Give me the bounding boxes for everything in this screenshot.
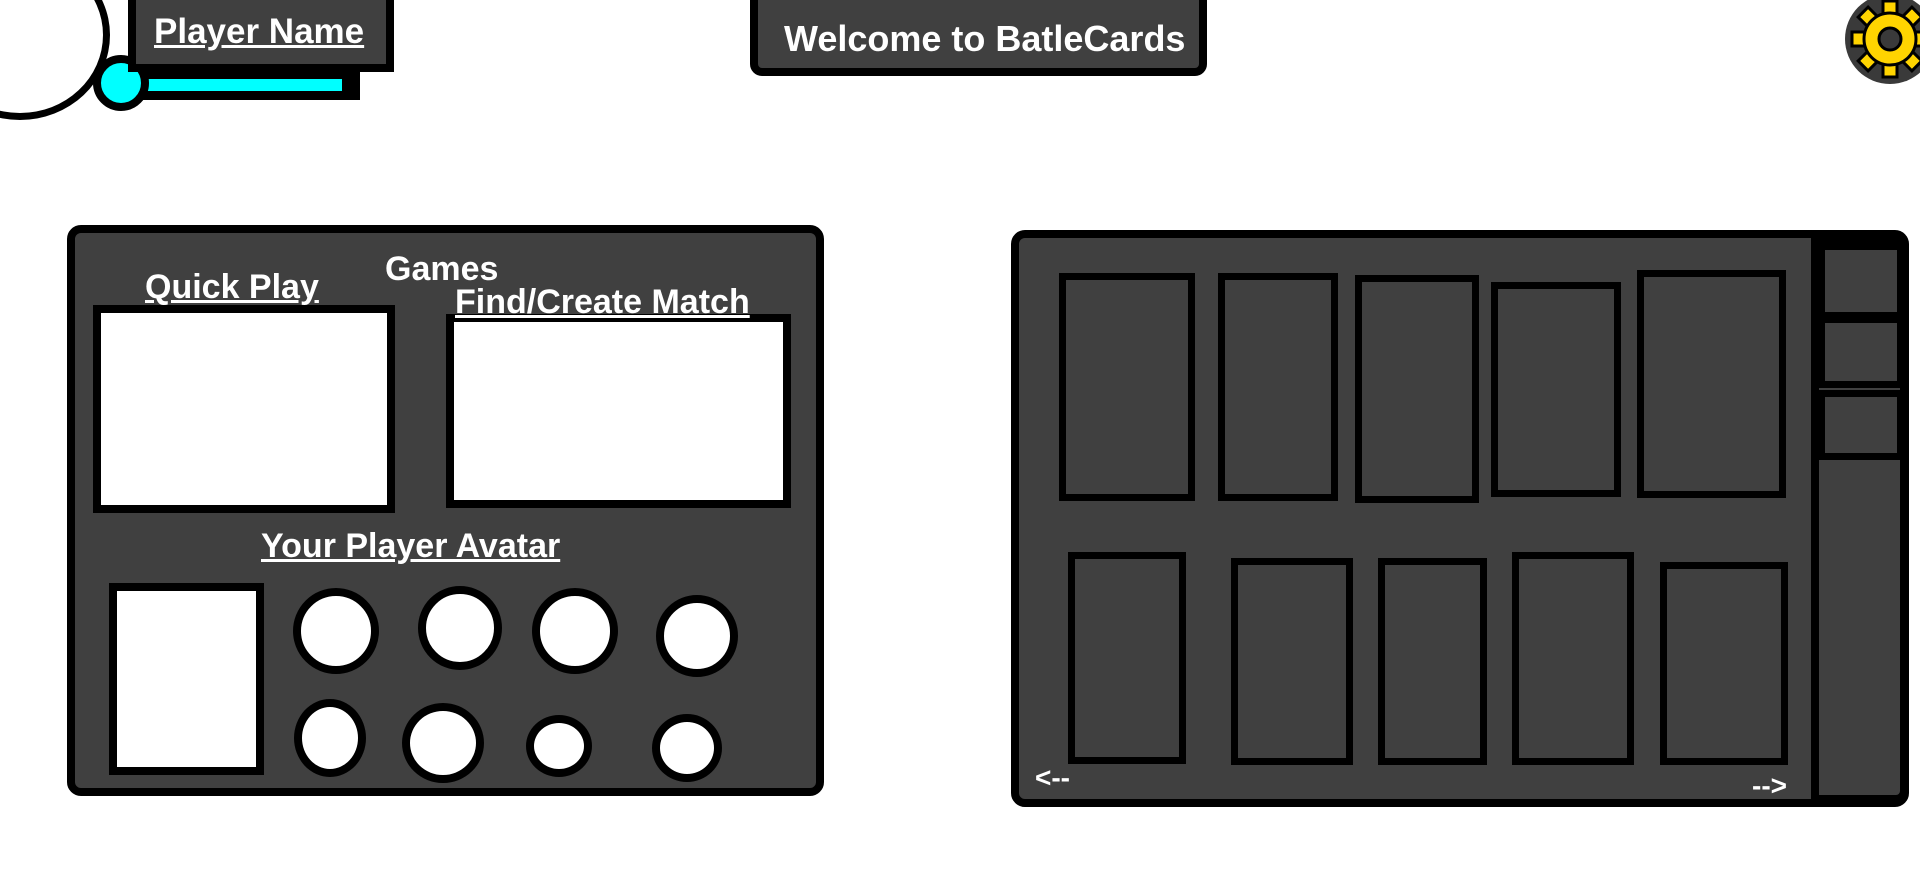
card-slot[interactable] bbox=[1059, 273, 1195, 501]
avatar-option[interactable] bbox=[402, 703, 484, 783]
settings-button[interactable] bbox=[1845, 0, 1920, 84]
avatar-option[interactable] bbox=[418, 586, 502, 670]
welcome-text: Welcome to BatleCards bbox=[784, 18, 1186, 59]
avatar-option[interactable] bbox=[526, 715, 592, 777]
card-slot[interactable] bbox=[1355, 275, 1479, 503]
card-slot[interactable] bbox=[1231, 558, 1353, 765]
card-slot[interactable] bbox=[1660, 562, 1788, 765]
avatar-option[interactable] bbox=[293, 588, 379, 674]
card-slot[interactable] bbox=[1068, 552, 1186, 764]
avatar-option[interactable] bbox=[532, 588, 618, 674]
player-name: Player Name bbox=[154, 12, 365, 51]
find-create-match-button[interactable] bbox=[446, 314, 791, 508]
player-name-plate[interactable]: Player Name bbox=[128, 0, 394, 72]
quick-play-label: Quick Play bbox=[145, 268, 319, 306]
avatar-preview bbox=[109, 583, 264, 775]
card-slot[interactable] bbox=[1218, 273, 1338, 501]
xp-progress-bar bbox=[135, 70, 360, 100]
card-slot[interactable] bbox=[1512, 552, 1634, 765]
avatar-section-label: Your Player Avatar bbox=[261, 527, 561, 565]
welcome-banner: Welcome to BatleCards bbox=[750, 0, 1207, 76]
previous-page-button[interactable]: <-- bbox=[1035, 762, 1070, 794]
quick-play-button[interactable] bbox=[93, 305, 395, 513]
avatar-option[interactable] bbox=[294, 699, 366, 777]
deck-tab[interactable] bbox=[1818, 243, 1904, 319]
next-page-button[interactable]: --> bbox=[1752, 770, 1787, 802]
profile-avatar[interactable] bbox=[0, 0, 110, 120]
gear-icon bbox=[1850, 0, 1920, 79]
deck-tab[interactable] bbox=[1818, 316, 1904, 388]
card-slot[interactable] bbox=[1637, 270, 1786, 498]
avatar-option[interactable] bbox=[656, 595, 738, 677]
xp-progress-fill bbox=[142, 79, 343, 91]
find-create-match-label: Find/Create Match bbox=[455, 283, 750, 321]
deck-tab[interactable] bbox=[1818, 390, 1904, 460]
card-slot[interactable] bbox=[1491, 282, 1621, 497]
card-slot[interactable] bbox=[1378, 558, 1487, 765]
avatar-option[interactable] bbox=[652, 714, 722, 782]
